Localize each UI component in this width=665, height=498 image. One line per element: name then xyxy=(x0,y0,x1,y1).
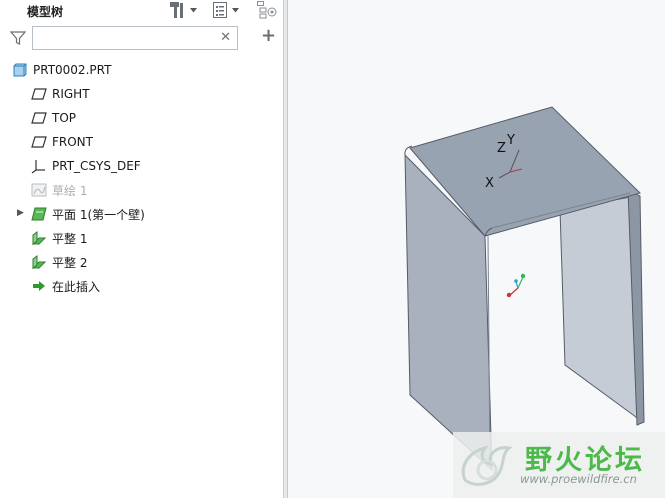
tree-node-label: PRT_CSYS_DEF xyxy=(52,159,141,173)
tree-node-label: FRONT xyxy=(52,135,93,149)
tree-node-root[interactable]: PRT0002.PRT xyxy=(11,60,111,80)
insert-here-arrow-icon xyxy=(30,278,48,294)
wildfire-logo-icon xyxy=(461,445,513,486)
default-triad xyxy=(517,276,524,289)
tree-node-label: 在此插入 xyxy=(52,279,101,294)
tree-node-label: 平整 1 xyxy=(52,231,88,246)
chevron-down-icon xyxy=(190,7,197,12)
panel-splitter[interactable] xyxy=(284,0,288,498)
tree-node-label: PRT0002.PRT xyxy=(33,63,112,77)
watermark-url: www.proewildfire.cn xyxy=(520,472,637,486)
tree-filter-icon xyxy=(257,1,277,19)
datum-plane-icon xyxy=(30,134,48,150)
model-tree-title: 模型树 xyxy=(27,5,64,19)
flat-feature-icon xyxy=(30,230,48,246)
tree-node-label: 平整 2 xyxy=(52,255,88,270)
tree-node-label: 平面 1(第一个壁) xyxy=(52,207,145,222)
settings-hammer-icon xyxy=(170,2,183,18)
model-tree-panel: 模型树 ✕ + PRT0002.PRT RIGHT TOP FRONT PRT_… xyxy=(0,0,284,498)
datum-plane-icon xyxy=(30,110,48,126)
expand-arrow-icon[interactable]: ▶ xyxy=(17,208,24,218)
axis-label-y: Y xyxy=(507,133,515,148)
chevron-down-icon xyxy=(232,7,239,12)
filter-icon[interactable] xyxy=(10,30,26,46)
tree-node-label: TOP xyxy=(52,111,77,125)
tree-node-right[interactable]: RIGHT xyxy=(30,84,90,104)
inner-right-wall xyxy=(559,195,641,421)
axis-label-x: X xyxy=(485,176,494,191)
flat-feature-icon xyxy=(30,254,48,270)
sketch-icon xyxy=(30,182,48,198)
datum-plane-icon xyxy=(30,86,48,102)
tree-node-front[interactable]: FRONT xyxy=(30,132,93,152)
settings-dropdown-button[interactable] xyxy=(168,0,197,20)
show-dropdown-button[interactable] xyxy=(212,0,239,20)
csys-icon xyxy=(30,158,48,174)
part-icon xyxy=(11,62,29,78)
clear-search-icon[interactable]: ✕ xyxy=(220,31,231,45)
axis-label-z: Z xyxy=(497,141,506,156)
tree-node-insert-here[interactable]: 在此插入 xyxy=(30,276,100,296)
tree-node-flat-1[interactable]: 平整 1 xyxy=(30,228,87,248)
list-view-icon xyxy=(213,2,227,18)
watermark: 野火论坛 www.proewildfire.cn xyxy=(453,432,665,498)
tree-node-top[interactable]: TOP xyxy=(30,108,76,128)
tree-node-sketch[interactable]: 草绘 1 xyxy=(30,180,87,200)
flat-wall-icon xyxy=(30,206,48,222)
search-box: ✕ xyxy=(32,26,238,50)
tree-node-label: 草绘 1 xyxy=(52,183,88,198)
tree-node-flat-2[interactable]: 平整 2 xyxy=(30,252,87,272)
tree-search-row: ✕ + xyxy=(0,24,284,52)
sheetmetal-model xyxy=(404,106,645,472)
tree-node-label: RIGHT xyxy=(52,87,90,101)
tree-filter-button[interactable] xyxy=(256,0,278,20)
model-tree-header: 模型树 xyxy=(0,0,284,22)
tree-node-flat-wall[interactable]: 平面 1(第一个壁) xyxy=(30,204,145,224)
tree-node-csys[interactable]: PRT_CSYS_DEF xyxy=(30,156,141,176)
graphics-viewport[interactable] xyxy=(289,0,665,498)
search-input[interactable] xyxy=(36,30,216,46)
add-search-icon[interactable]: + xyxy=(261,27,276,45)
